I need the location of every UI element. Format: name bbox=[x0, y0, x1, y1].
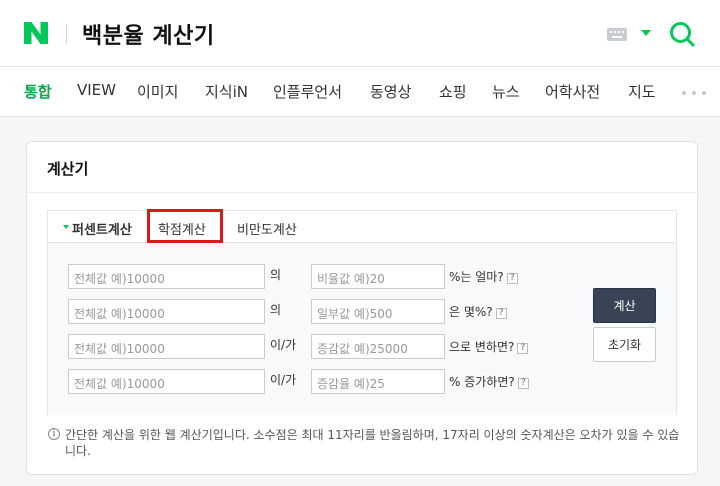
total-input-2[interactable] bbox=[68, 299, 265, 324]
suffix-text: 으로 변하면? bbox=[449, 340, 515, 354]
search-query[interactable]: 백분율 계산기 bbox=[82, 18, 215, 50]
suffix-label: 은 몇%?? bbox=[449, 303, 507, 320]
card-separator bbox=[27, 192, 697, 193]
naver-logo[interactable] bbox=[24, 22, 48, 44]
calculator-panel: 퍼센트계산 학점계산 비만도계산 의 %는 얼마?? 의 은 몇%?? 이/가 … bbox=[47, 209, 677, 415]
tab-images[interactable]: 이미지 bbox=[137, 81, 178, 102]
suffix-label: 으로 변하면?? bbox=[449, 338, 529, 355]
suffix-label: % 증가하면?? bbox=[449, 373, 529, 390]
help-icon[interactable]: ? bbox=[495, 308, 507, 319]
total-input-1[interactable] bbox=[68, 264, 265, 289]
calculator-note: 간단한 계산을 위한 웹 계산기입니다. 소수점은 최대 11자리를 반올림하며… bbox=[65, 428, 680, 458]
search-header: 백분율 계산기 bbox=[0, 0, 720, 66]
connector-label: 이/가 bbox=[270, 373, 297, 387]
tab-map[interactable]: 지도 bbox=[628, 81, 656, 102]
tab-influencer[interactable]: 인플루언서 bbox=[273, 81, 342, 102]
keyboard-icon[interactable] bbox=[607, 28, 627, 41]
change-rate-input[interactable] bbox=[311, 369, 445, 394]
calculator-form: 의 %는 얼마?? 의 은 몇%?? 이/가 으로 변하면?? 이/가 % 증가… bbox=[48, 243, 676, 415]
suffix-text: %는 얼마? bbox=[449, 270, 504, 284]
tab-view[interactable]: VIEW bbox=[77, 81, 116, 99]
search-nav: 통합 VIEW 이미지 지식iN 인플루언서 동영상 쇼핑 뉴스 어학사전 지도 bbox=[0, 66, 720, 117]
triangle-down-icon[interactable] bbox=[641, 30, 651, 36]
tab-percent-calc[interactable]: 퍼센트계산 bbox=[72, 219, 132, 238]
tab-knowledge-in[interactable]: 지식iN bbox=[205, 81, 248, 102]
calculate-button[interactable]: 계산 bbox=[593, 288, 656, 323]
tab-video[interactable]: 동영상 bbox=[370, 81, 411, 102]
total-input-4[interactable] bbox=[68, 369, 265, 394]
reset-button[interactable]: 초기화 bbox=[593, 327, 656, 362]
help-icon[interactable]: ? bbox=[517, 378, 529, 389]
tab-integrated[interactable]: 통합 bbox=[24, 81, 52, 102]
total-input-3[interactable] bbox=[68, 334, 265, 359]
triangle-down-icon bbox=[63, 225, 69, 229]
suffix-text: % 증가하면? bbox=[449, 375, 515, 389]
change-value-input[interactable] bbox=[311, 334, 445, 359]
highlight-box bbox=[147, 209, 223, 243]
header-divider bbox=[66, 24, 67, 44]
calculator-tabs: 퍼센트계산 학점계산 비만도계산 bbox=[48, 209, 676, 243]
calculator-card: 계산기 퍼센트계산 학점계산 비만도계산 의 %는 얼마?? 의 은 몇%?? … bbox=[26, 141, 698, 475]
tab-dictionary[interactable]: 어학사전 bbox=[545, 81, 600, 102]
tab-bmi-calc[interactable]: 비만도계산 bbox=[237, 219, 297, 238]
search-icon[interactable] bbox=[668, 20, 696, 48]
partial-input[interactable] bbox=[311, 299, 445, 324]
tab-news[interactable]: 뉴스 bbox=[492, 81, 520, 102]
card-title: 계산기 bbox=[47, 160, 89, 178]
suffix-text: 은 몇%? bbox=[449, 305, 493, 319]
connector-label: 의 bbox=[270, 303, 282, 317]
connector-label: 이/가 bbox=[270, 338, 297, 352]
help-icon[interactable]: ? bbox=[506, 273, 518, 284]
more-dots-icon[interactable] bbox=[682, 91, 706, 95]
info-icon: i bbox=[48, 428, 60, 440]
ratio-input[interactable] bbox=[311, 264, 445, 289]
tab-shopping[interactable]: 쇼핑 bbox=[439, 81, 467, 102]
help-icon[interactable]: ? bbox=[517, 343, 529, 354]
connector-label: 의 bbox=[270, 268, 282, 282]
suffix-label: %는 얼마?? bbox=[449, 268, 518, 285]
